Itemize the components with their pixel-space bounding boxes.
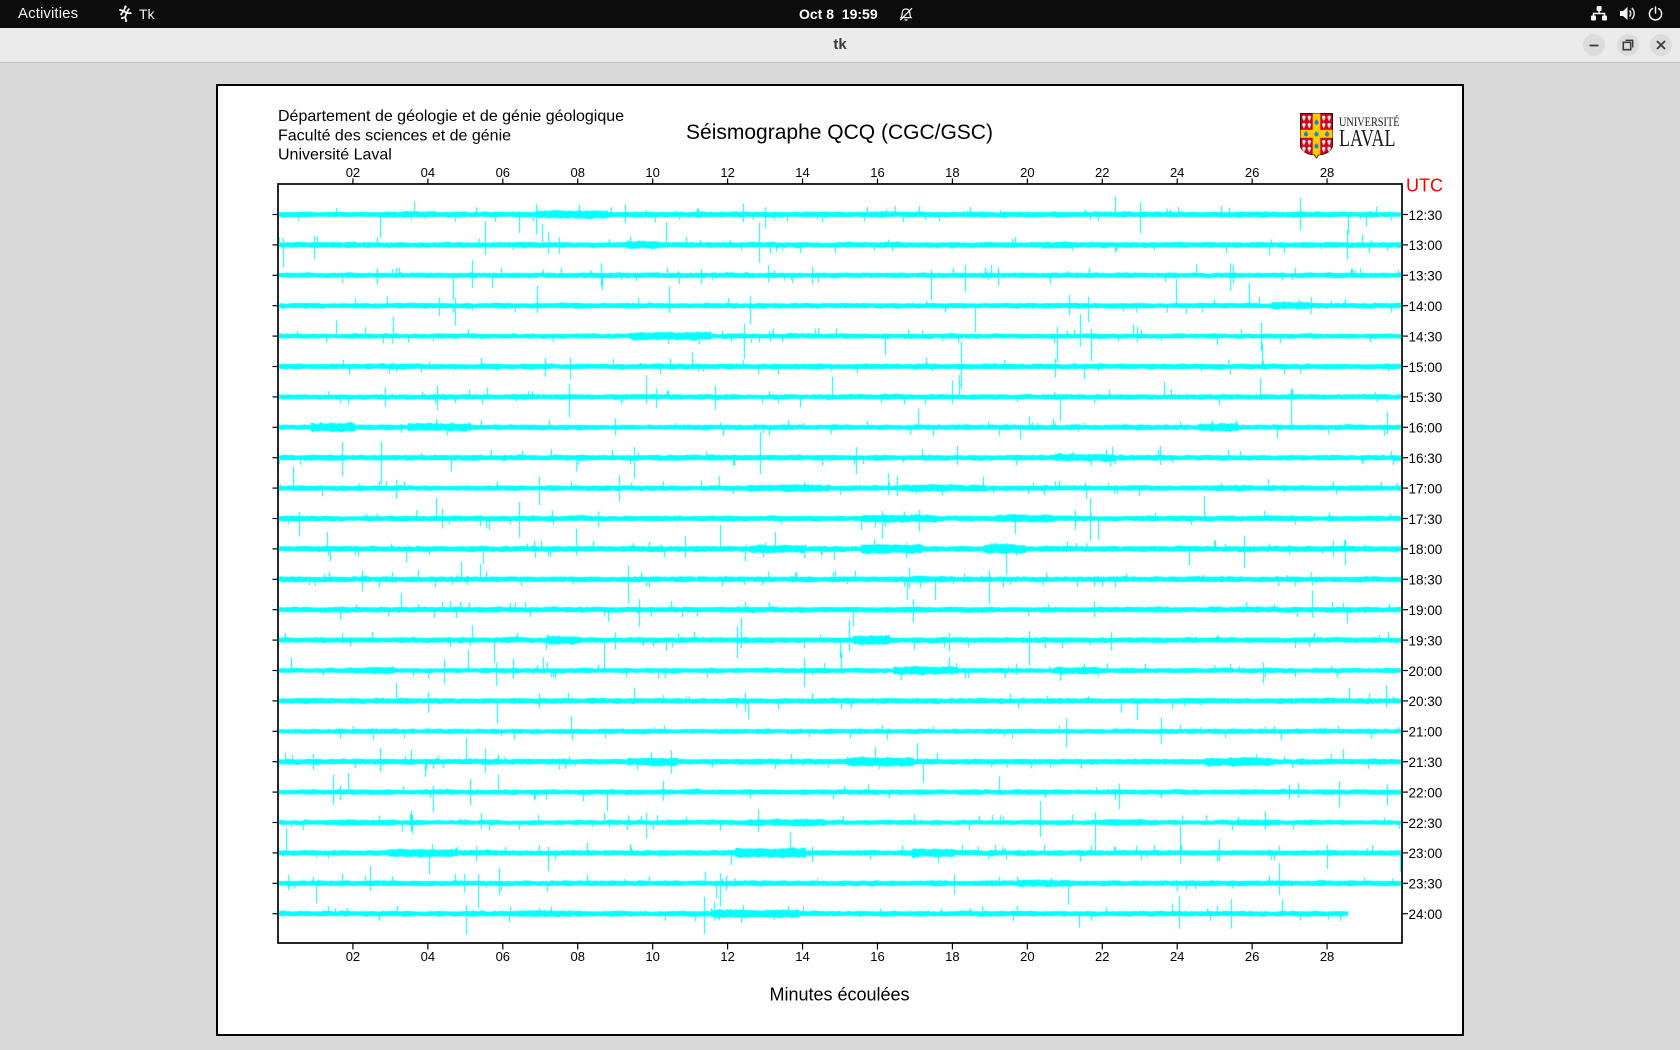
svg-text:08: 08: [570, 949, 584, 964]
svg-text:Université Laval: Université Laval: [278, 147, 392, 164]
svg-text:22: 22: [1095, 949, 1109, 964]
svg-text:16:30: 16:30: [1409, 451, 1443, 466]
svg-text:21:30: 21:30: [1409, 755, 1443, 770]
svg-text:23:30: 23:30: [1409, 877, 1443, 892]
svg-text:02: 02: [346, 165, 360, 180]
svg-text:24: 24: [1170, 165, 1184, 180]
svg-text:24:00: 24:00: [1409, 907, 1443, 922]
svg-text:17:00: 17:00: [1409, 481, 1443, 496]
svg-text:26: 26: [1245, 165, 1259, 180]
svg-text:20: 20: [1020, 949, 1034, 964]
svg-text:18: 18: [945, 165, 959, 180]
svg-text:18:30: 18:30: [1409, 573, 1443, 588]
svg-text:28: 28: [1320, 165, 1334, 180]
svg-text:16: 16: [870, 949, 884, 964]
svg-text:13:00: 13:00: [1409, 238, 1443, 253]
svg-text:10: 10: [645, 949, 659, 964]
svg-text:08: 08: [570, 165, 584, 180]
svg-text:20:00: 20:00: [1409, 664, 1443, 679]
svg-text:14: 14: [795, 949, 809, 964]
svg-text:06: 06: [496, 949, 510, 964]
svg-text:22: 22: [1095, 165, 1109, 180]
svg-text:Séismographe QCQ (CGC/GSC): Séismographe QCQ (CGC/GSC): [686, 121, 993, 144]
svg-text:19:00: 19:00: [1409, 603, 1443, 618]
svg-text:Minutes écoulées: Minutes écoulées: [769, 985, 909, 1005]
svg-text:14:00: 14:00: [1409, 299, 1443, 314]
svg-text:Faculté des sciences et de gén: Faculté des sciences et de génie: [278, 127, 511, 144]
svg-text:20:30: 20:30: [1409, 694, 1443, 709]
svg-text:14: 14: [795, 165, 809, 180]
svg-text:16: 16: [870, 165, 884, 180]
svg-text:04: 04: [421, 949, 435, 964]
svg-text:22:00: 22:00: [1409, 785, 1443, 800]
svg-text:12: 12: [720, 165, 734, 180]
svg-text:18:00: 18:00: [1409, 542, 1443, 557]
svg-text:LAVAL: LAVAL: [1339, 126, 1396, 152]
svg-text:16:00: 16:00: [1409, 421, 1443, 436]
svg-text:20: 20: [1020, 165, 1034, 180]
svg-text:10: 10: [645, 165, 659, 180]
svg-text:24: 24: [1170, 949, 1184, 964]
svg-text:12: 12: [720, 949, 734, 964]
svg-text:06: 06: [496, 165, 510, 180]
svg-text:14:30: 14:30: [1409, 329, 1443, 344]
svg-text:22:30: 22:30: [1409, 816, 1443, 831]
svg-text:21:00: 21:00: [1409, 725, 1443, 740]
svg-text:19:30: 19:30: [1409, 633, 1443, 648]
svg-text:26: 26: [1245, 949, 1259, 964]
svg-text:UTC: UTC: [1406, 176, 1443, 196]
svg-text:15:30: 15:30: [1409, 390, 1443, 405]
svg-text:Département de géologie et de: Département de géologie et de génie géol…: [278, 108, 624, 125]
svg-text:13:30: 13:30: [1409, 269, 1443, 284]
svg-text:02: 02: [346, 949, 360, 964]
svg-text:18: 18: [945, 949, 959, 964]
svg-text:15:00: 15:00: [1409, 360, 1443, 375]
svg-text:28: 28: [1320, 949, 1334, 964]
svg-text:12:30: 12:30: [1409, 208, 1443, 223]
svg-text:17:30: 17:30: [1409, 512, 1443, 527]
svg-text:23:00: 23:00: [1409, 846, 1443, 861]
svg-text:04: 04: [421, 165, 435, 180]
